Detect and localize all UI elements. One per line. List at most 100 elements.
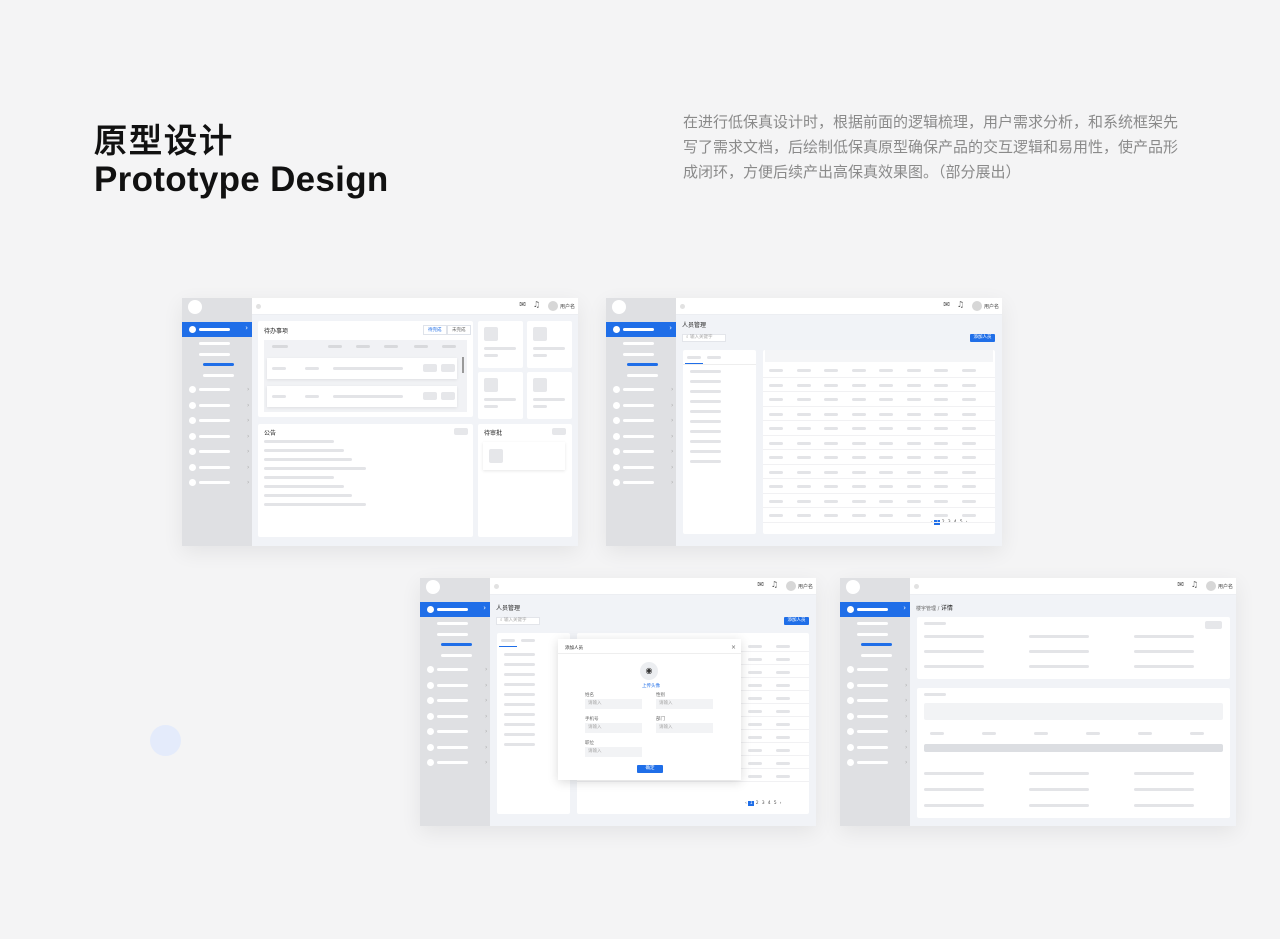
sidebar-subitem[interactable] bbox=[623, 353, 654, 356]
menu-toggle[interactable] bbox=[680, 304, 685, 309]
mail-icon[interactable]: ✉ bbox=[943, 300, 950, 309]
tree-node[interactable] bbox=[690, 460, 721, 463]
bell-icon[interactable]: ♫ bbox=[533, 300, 540, 309]
tab-pending[interactable]: 待完成 bbox=[423, 325, 447, 335]
table-row[interactable] bbox=[763, 494, 995, 508]
topbar: ✉ ♫ 用户名 bbox=[910, 578, 1236, 595]
tree-node[interactable] bbox=[690, 440, 721, 443]
sidebar-subitem[interactable] bbox=[861, 654, 892, 657]
sidebar-subitem[interactable] bbox=[437, 633, 468, 636]
avatar[interactable] bbox=[548, 301, 558, 311]
table-row[interactable] bbox=[763, 465, 995, 479]
tree-node[interactable] bbox=[504, 673, 535, 676]
avatar[interactable] bbox=[1206, 581, 1216, 591]
table-row[interactable] bbox=[763, 421, 995, 436]
stat-card[interactable] bbox=[478, 372, 523, 419]
tree-node[interactable] bbox=[690, 390, 721, 393]
menu-toggle[interactable] bbox=[256, 304, 261, 309]
scrollbar[interactable] bbox=[462, 357, 464, 373]
sidebar-subitem[interactable] bbox=[857, 622, 888, 625]
mail-icon[interactable]: ✉ bbox=[757, 580, 764, 589]
tab-incomplete[interactable]: 未完成 bbox=[447, 325, 471, 335]
close-icon[interactable]: × bbox=[731, 644, 736, 651]
tree-node[interactable] bbox=[690, 370, 721, 373]
tree-node[interactable] bbox=[504, 653, 535, 656]
tree-node[interactable] bbox=[504, 703, 535, 706]
sidebar-item-active[interactable]: › bbox=[420, 602, 490, 617]
tree-node[interactable] bbox=[504, 713, 535, 716]
tree-node[interactable] bbox=[504, 663, 535, 666]
upload-avatar-link[interactable]: 上传头像 bbox=[642, 683, 660, 689]
sidebar-subitem[interactable] bbox=[203, 374, 234, 377]
table-row[interactable] bbox=[763, 450, 995, 465]
confirm-button[interactable]: 确定 bbox=[637, 765, 663, 773]
more-button[interactable] bbox=[454, 428, 468, 435]
stat-card[interactable] bbox=[527, 372, 572, 419]
bell-icon[interactable]: ♫ bbox=[1191, 580, 1198, 589]
bell-icon[interactable]: ♫ bbox=[771, 580, 778, 589]
tree-node[interactable] bbox=[504, 683, 535, 686]
mail-icon[interactable]: ✉ bbox=[1177, 580, 1184, 589]
sidebar-subitem-active[interactable] bbox=[861, 643, 892, 646]
sidebar-subitem[interactable] bbox=[623, 342, 654, 345]
avatar[interactable] bbox=[972, 301, 982, 311]
sidebar-subitem[interactable] bbox=[199, 342, 230, 345]
sidebar-subitem-active[interactable] bbox=[441, 643, 472, 646]
tree-node[interactable] bbox=[690, 400, 721, 403]
search-input[interactable]: ⌕ 输入关键字 bbox=[682, 334, 726, 342]
tree-node[interactable] bbox=[504, 723, 535, 726]
sidebar-subitem[interactable] bbox=[857, 633, 888, 636]
sidebar-item-active[interactable]: › bbox=[182, 322, 252, 337]
sidebar-subitem[interactable] bbox=[199, 353, 230, 356]
name-input[interactable]: 请输入 bbox=[585, 699, 642, 709]
sidebar-item-active[interactable]: › bbox=[606, 322, 676, 337]
sidebar-subitem-active[interactable] bbox=[203, 363, 234, 366]
username[interactable]: 用户名 bbox=[1218, 583, 1233, 590]
department-input[interactable]: 请输入 bbox=[656, 723, 713, 733]
position-input[interactable]: 请输入 bbox=[585, 747, 642, 757]
username[interactable]: 用户名 bbox=[560, 303, 575, 310]
more-button[interactable] bbox=[552, 428, 566, 435]
approval-item[interactable] bbox=[483, 442, 565, 470]
sidebar-subitem-active[interactable] bbox=[627, 363, 658, 366]
username[interactable]: 用户名 bbox=[984, 303, 999, 310]
search-input[interactable]: ⌕ 输入关键字 bbox=[496, 617, 540, 625]
sidebar-subitem[interactable] bbox=[441, 654, 472, 657]
table-row[interactable] bbox=[763, 436, 995, 450]
tree-node[interactable] bbox=[690, 410, 721, 413]
add-person-button[interactable]: 添加人员 bbox=[784, 617, 809, 625]
screen-dashboard: › › › › › › › › ✉ ♫ 用户名 待办事项 待完成 未完成 公告 … bbox=[182, 298, 578, 546]
edit-button[interactable] bbox=[1205, 621, 1222, 629]
tree-node[interactable] bbox=[690, 380, 721, 383]
table-row[interactable] bbox=[763, 363, 995, 378]
camera-icon[interactable]: ◉ bbox=[640, 662, 658, 680]
sidebar-subitem[interactable] bbox=[627, 374, 658, 377]
sidebar-subitem[interactable] bbox=[437, 622, 468, 625]
table-row[interactable] bbox=[763, 392, 995, 407]
menu-toggle[interactable] bbox=[914, 584, 919, 589]
table-row[interactable] bbox=[763, 378, 995, 392]
table-row[interactable] bbox=[763, 508, 995, 523]
table-row[interactable] bbox=[763, 407, 995, 421]
gender-input[interactable]: 请输入 bbox=[656, 699, 713, 709]
stat-card[interactable] bbox=[527, 321, 572, 368]
tree-node[interactable] bbox=[504, 693, 535, 696]
tree-node[interactable] bbox=[690, 450, 721, 453]
table-row[interactable] bbox=[267, 358, 457, 379]
tree-node[interactable] bbox=[690, 420, 721, 423]
pagination[interactable]: ‹ 12345 › bbox=[745, 801, 781, 806]
username[interactable]: 用户名 bbox=[798, 583, 813, 590]
tree-node[interactable] bbox=[504, 743, 535, 746]
tree-node[interactable] bbox=[690, 430, 721, 433]
phone-input[interactable]: 请输入 bbox=[585, 723, 642, 733]
tree-node[interactable] bbox=[504, 733, 535, 736]
add-person-button[interactable]: 添加人员 bbox=[970, 334, 995, 342]
menu-toggle[interactable] bbox=[494, 584, 499, 589]
table-row[interactable] bbox=[267, 386, 457, 407]
avatar[interactable] bbox=[786, 581, 796, 591]
mail-icon[interactable]: ✉ bbox=[519, 300, 526, 309]
sidebar-item-active[interactable]: › bbox=[840, 602, 910, 617]
bell-icon[interactable]: ♫ bbox=[957, 300, 964, 309]
table-row[interactable] bbox=[763, 479, 995, 494]
stat-card[interactable] bbox=[478, 321, 523, 368]
